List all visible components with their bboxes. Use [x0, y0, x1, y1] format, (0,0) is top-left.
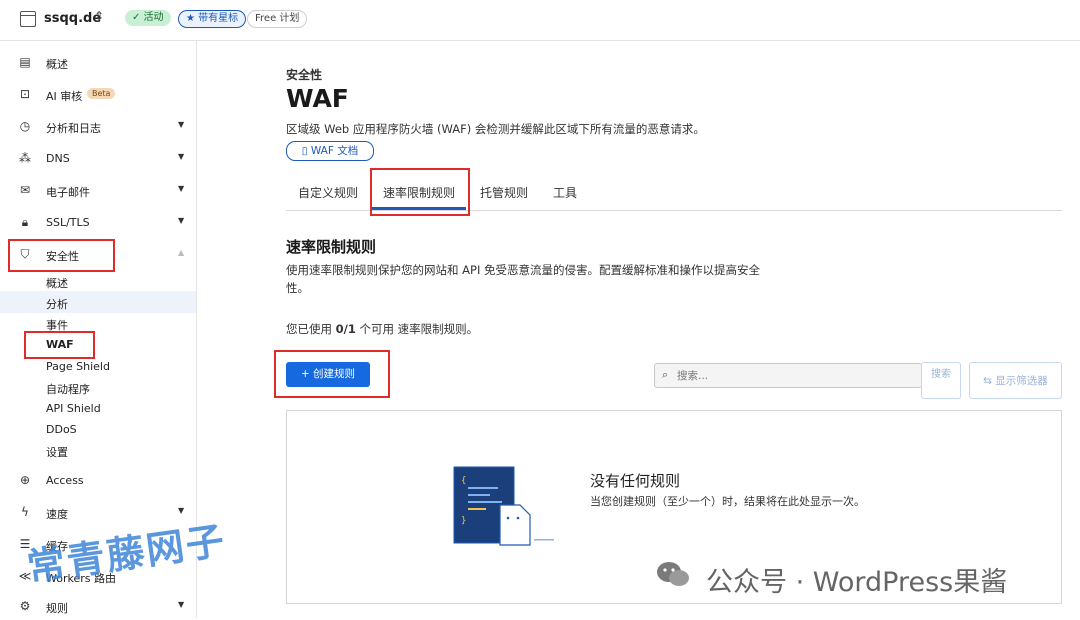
- sidebar-item-rules[interactable]: ⚙ 规则 ▼: [0, 594, 196, 620]
- chevron-up-down-icon[interactable]: ⇕: [94, 9, 104, 23]
- beta-badge: Beta: [87, 88, 116, 99]
- caret-down-icon: ▼: [178, 216, 185, 225]
- svg-text:}: }: [461, 516, 466, 526]
- tab-custom-rules[interactable]: 自定义规则: [298, 184, 358, 201]
- caret-down-icon: ▼: [178, 152, 185, 161]
- section-label: 安全性: [286, 68, 323, 82]
- domain-name[interactable]: ssqq.de: [44, 11, 101, 26]
- sidebar-item-overview[interactable]: ▤ 概述: [0, 50, 196, 76]
- empty-state-title: 没有任何规则: [590, 472, 681, 490]
- usage-value: 0/1: [335, 322, 356, 336]
- highlight-box-security: [8, 239, 115, 272]
- sidebar-active-row: [0, 291, 196, 313]
- caret-down-icon: ▼: [178, 600, 185, 609]
- empty-code-illustration-icon: { }: [453, 466, 554, 546]
- sidebar-sub-analytics[interactable]: 分析: [46, 296, 68, 312]
- rate-limit-title: 速率限制规则: [286, 238, 377, 256]
- lightning-icon: ϟ: [21, 505, 29, 519]
- show-filters-button[interactable]: ⇆ 显示筛选器: [969, 362, 1062, 399]
- sidebar-sub-bots[interactable]: 自动程序: [46, 381, 90, 397]
- sidebar-item-access[interactable]: ⊕ Access: [0, 468, 196, 494]
- document-icon: ▤: [19, 55, 31, 69]
- waf-docs-button[interactable]: ▯ WAF 文档: [286, 141, 374, 161]
- sidebar-item-analytics[interactable]: ◷ 分析和日志 ▼: [0, 114, 196, 140]
- book-icon: ▯: [301, 145, 308, 157]
- rules-icon: ⚙: [19, 599, 31, 613]
- wechat-logo-icon: [657, 562, 689, 586]
- search-icon: ⌕: [662, 368, 669, 381]
- svg-text:{: {: [461, 476, 466, 486]
- robot-icon: ⊡: [19, 87, 31, 101]
- sidebar-item-ai-audit[interactable]: ⊡ AI 审核 Beta: [0, 82, 196, 108]
- sidebar-sub-api-shield[interactable]: API Shield: [46, 402, 101, 415]
- tab-managed-rules[interactable]: 托管规则: [480, 184, 528, 201]
- highlight-box-tab: [370, 168, 470, 216]
- sidebar-item-dns[interactable]: ⁂ DNS ▼: [0, 146, 196, 172]
- status-badge-active: ✓ 活动: [125, 10, 171, 26]
- star-badge[interactable]: ★ 带有星标: [178, 10, 247, 28]
- site-icon: [20, 11, 36, 27]
- clock-chart-icon: ◷: [19, 119, 31, 133]
- search-button[interactable]: 搜索: [921, 362, 961, 399]
- page-title: WAF: [286, 84, 349, 113]
- usage-text: 您已使用 0/1 个可用 速率限制规则。: [286, 322, 479, 336]
- empty-state-description: 当您创建规则（至少一个）时，结果将在此处显示一次。: [590, 495, 865, 508]
- sidebar-sub-settings[interactable]: 设置: [46, 444, 68, 460]
- plan-badge: Free 计划: [247, 10, 308, 28]
- caret-down-icon: ▼: [178, 184, 185, 193]
- sidebar-item-ssl[interactable]: 🔒︎ SSL/TLS ▼: [0, 210, 196, 236]
- lock-icon: 🔒︎: [21, 215, 29, 229]
- top-bar: ssqq.de ⇕ ✓ 活动 ★ 带有星标 Free 计划: [0, 0, 1080, 41]
- sidebar-sub-page-shield[interactable]: Page Shield: [46, 360, 110, 373]
- page-description: 区域级 Web 应用程序防火墙 (WAF) 会检测并缓解此区域下所有流量的恶意请…: [286, 122, 705, 136]
- search-box: ⌕: [654, 363, 922, 388]
- sidebar-item-email[interactable]: ✉ 电子邮件 ▼: [0, 178, 196, 204]
- sidebar-sub-overview[interactable]: 概述: [46, 275, 68, 291]
- watermark-right: 公众号 · WordPress果酱: [706, 567, 1008, 598]
- network-icon: ⁂: [19, 151, 31, 165]
- caret-up-icon: ▲: [178, 248, 185, 257]
- search-input[interactable]: [675, 367, 909, 385]
- rate-limit-description: 使用速率限制规则保护您的网站和 API 免受恶意流量的侵害。配置缓解标准和操作以…: [286, 263, 760, 295]
- sidebar-sub-ddos[interactable]: DDoS: [46, 423, 77, 436]
- email-icon: ✉: [19, 183, 31, 197]
- highlight-box-create: [274, 350, 390, 398]
- tab-tools[interactable]: 工具: [553, 184, 577, 201]
- caret-down-icon: ▼: [178, 120, 185, 129]
- access-icon: ⊕: [19, 473, 31, 487]
- highlight-box-waf: [24, 331, 95, 359]
